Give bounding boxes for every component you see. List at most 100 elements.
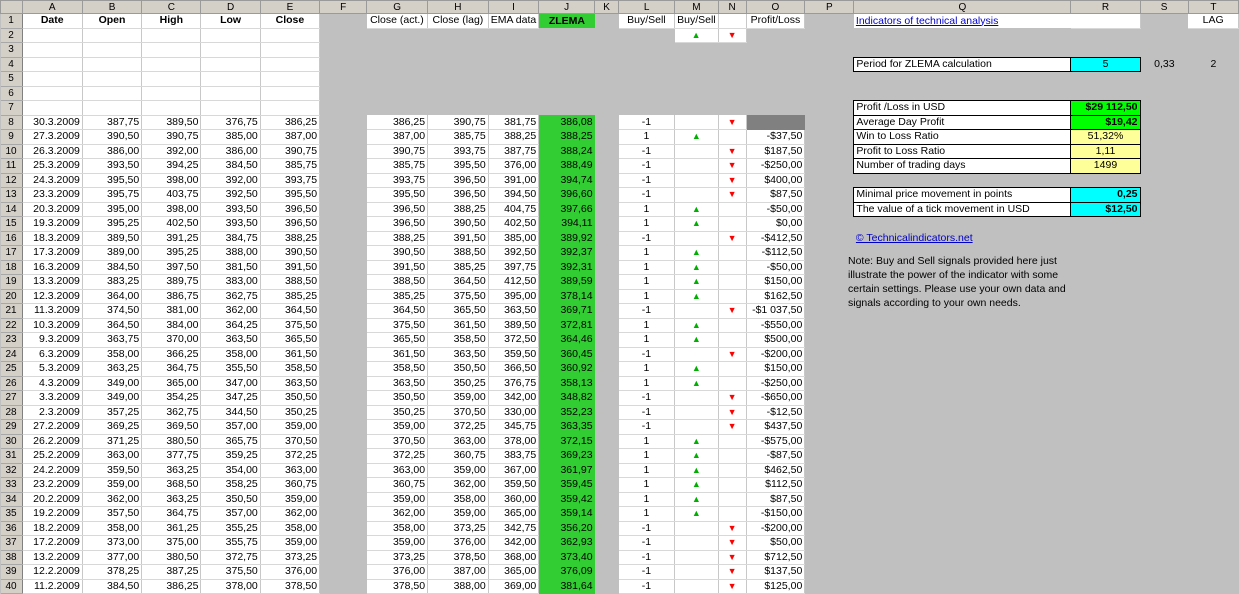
price-cell[interactable]: 355,25 bbox=[200, 521, 261, 536]
cell-t37[interactable] bbox=[1188, 536, 1238, 551]
price-cell[interactable]: 359,00 bbox=[260, 419, 321, 435]
cell-k11[interactable] bbox=[594, 158, 619, 173]
cell-q14[interactable]: The value of a tick movement in USD bbox=[853, 201, 1072, 217]
buy-arrow-cell[interactable]: ▲ bbox=[674, 245, 719, 261]
price-cell[interactable]: 364,75 bbox=[141, 361, 202, 377]
sell-arrow-cell[interactable]: ▼ bbox=[718, 535, 747, 551]
price-cell[interactable]: 390,75 bbox=[260, 144, 321, 159]
cell-empty[interactable] bbox=[141, 42, 202, 58]
buy-arrow-cell[interactable] bbox=[674, 303, 719, 319]
cell-q8[interactable]: Average Day Profit bbox=[853, 114, 1072, 130]
buy-arrow-cell[interactable]: ▲ bbox=[674, 129, 719, 145]
cell-f13[interactable] bbox=[319, 187, 367, 202]
cell-f31[interactable] bbox=[319, 448, 367, 463]
cell-empty[interactable] bbox=[674, 57, 719, 72]
calc-cell[interactable]: 360,75 bbox=[366, 477, 429, 493]
cell-f4[interactable] bbox=[319, 57, 367, 72]
cell-t23[interactable] bbox=[1188, 333, 1238, 348]
calc-cell[interactable]: 373,25 bbox=[427, 521, 489, 536]
cell-t17[interactable] bbox=[1188, 246, 1238, 261]
cell-k23[interactable] bbox=[594, 332, 619, 347]
price-cell[interactable]: 384,75 bbox=[200, 231, 261, 246]
price-cell[interactable]: 362,00 bbox=[260, 506, 321, 522]
cell-empty[interactable] bbox=[718, 86, 747, 101]
row-header-32[interactable]: 32 bbox=[0, 463, 23, 478]
cell-q6[interactable] bbox=[854, 86, 1071, 101]
calc-cell[interactable]: 367,00 bbox=[488, 463, 540, 478]
calc-cell[interactable]: 359,50 bbox=[488, 347, 540, 362]
price-cell[interactable]: 364,50 bbox=[82, 318, 143, 333]
cell-empty[interactable] bbox=[22, 86, 83, 101]
cell-s29[interactable] bbox=[1140, 420, 1188, 435]
cell-t8[interactable] bbox=[1188, 115, 1238, 130]
price-cell[interactable]: 355,50 bbox=[200, 361, 261, 377]
signal-cell[interactable]: 1 bbox=[618, 434, 676, 449]
calc-cell[interactable]: 397,75 bbox=[488, 260, 540, 275]
buy-arrow-cell[interactable]: ▲ bbox=[674, 202, 719, 217]
cell-f11[interactable] bbox=[319, 158, 367, 173]
signal-cell[interactable]: -1 bbox=[618, 303, 676, 319]
cell-empty[interactable] bbox=[538, 100, 595, 115]
cell-empty[interactable] bbox=[538, 42, 595, 57]
calc-cell[interactable]: 392,50 bbox=[488, 245, 540, 261]
cell-p7[interactable] bbox=[805, 101, 854, 116]
cell-k34[interactable] bbox=[594, 492, 619, 507]
cell-s21[interactable] bbox=[1140, 304, 1188, 319]
sell-arrow-cell[interactable]: ▼ bbox=[718, 347, 747, 362]
date-cell[interactable]: 3.3.2009 bbox=[22, 390, 83, 406]
cell-empty[interactable] bbox=[488, 100, 539, 115]
zlema-cell[interactable]: 359,42 bbox=[538, 492, 595, 507]
calc-cell[interactable]: 389,50 bbox=[488, 318, 540, 333]
cell-t33[interactable] bbox=[1188, 478, 1238, 493]
calc-cell[interactable]: 359,00 bbox=[427, 390, 489, 406]
calc-cell[interactable]: 361,50 bbox=[366, 347, 429, 362]
profit-loss-cell[interactable]: -$150,00 bbox=[746, 506, 806, 522]
cell-f38[interactable] bbox=[319, 550, 367, 565]
signal-cell[interactable]: -1 bbox=[618, 405, 676, 420]
date-cell[interactable]: 20.3.2009 bbox=[22, 202, 83, 217]
cell-q30[interactable] bbox=[854, 434, 1071, 449]
cell-empty[interactable] bbox=[674, 86, 719, 101]
price-cell[interactable]: 385,00 bbox=[200, 129, 261, 145]
cell-p27[interactable] bbox=[805, 391, 854, 406]
cell-q26[interactable] bbox=[854, 376, 1071, 391]
profit-loss-cell[interactable]: $437,50 bbox=[746, 419, 806, 435]
cell-t36[interactable] bbox=[1188, 521, 1238, 536]
cell-empty[interactable] bbox=[538, 71, 595, 86]
cell-q11[interactable]: Number of trading days bbox=[853, 158, 1072, 174]
cell-f16[interactable] bbox=[319, 231, 367, 246]
calc-cell[interactable]: 362,00 bbox=[366, 506, 429, 522]
calc-cell[interactable]: 360,00 bbox=[488, 492, 540, 507]
cell-s20[interactable] bbox=[1140, 289, 1188, 304]
cell-empty[interactable] bbox=[200, 86, 261, 101]
cell-t5[interactable] bbox=[1188, 72, 1238, 87]
profit-loss-cell[interactable]: $500,00 bbox=[746, 332, 806, 348]
buy-arrow-cell[interactable] bbox=[674, 521, 719, 536]
sell-arrow-cell[interactable]: ▼ bbox=[718, 579, 747, 594]
cell-p26[interactable] bbox=[805, 376, 854, 391]
cell-l2[interactable] bbox=[618, 28, 675, 43]
cell-s7[interactable] bbox=[1140, 101, 1188, 116]
calc-cell[interactable]: 361,50 bbox=[427, 318, 489, 333]
cell-s6[interactable] bbox=[1140, 86, 1188, 101]
price-cell[interactable]: 386,00 bbox=[200, 144, 261, 159]
cell-p35[interactable] bbox=[805, 507, 854, 522]
cell-empty[interactable] bbox=[260, 86, 321, 101]
cell-q1[interactable]: Indicators of technical analysis bbox=[853, 13, 1071, 28]
calc-cell[interactable]: 390,50 bbox=[427, 216, 489, 232]
zlema-cell[interactable]: 369,23 bbox=[538, 448, 595, 463]
sell-arrow-cell[interactable] bbox=[718, 506, 747, 522]
buy-arrow-cell[interactable] bbox=[674, 158, 719, 174]
date-cell[interactable]: 24.2.2009 bbox=[22, 463, 83, 478]
date-cell[interactable]: 12.3.2009 bbox=[22, 289, 83, 304]
cell-p28[interactable] bbox=[805, 405, 854, 420]
row-header-1[interactable]: 1 bbox=[0, 13, 23, 29]
cell-p1[interactable] bbox=[805, 14, 854, 29]
calc-cell[interactable]: 363,50 bbox=[427, 347, 489, 362]
profit-loss-cell[interactable]: $162,50 bbox=[746, 289, 806, 304]
cell-q23[interactable] bbox=[854, 333, 1071, 348]
cell-s1[interactable] bbox=[1140, 14, 1188, 29]
profit-loss-cell[interactable]: $87,50 bbox=[746, 492, 806, 507]
sell-arrow-cell[interactable]: ▼ bbox=[718, 144, 747, 159]
cell-k24[interactable] bbox=[594, 347, 619, 362]
